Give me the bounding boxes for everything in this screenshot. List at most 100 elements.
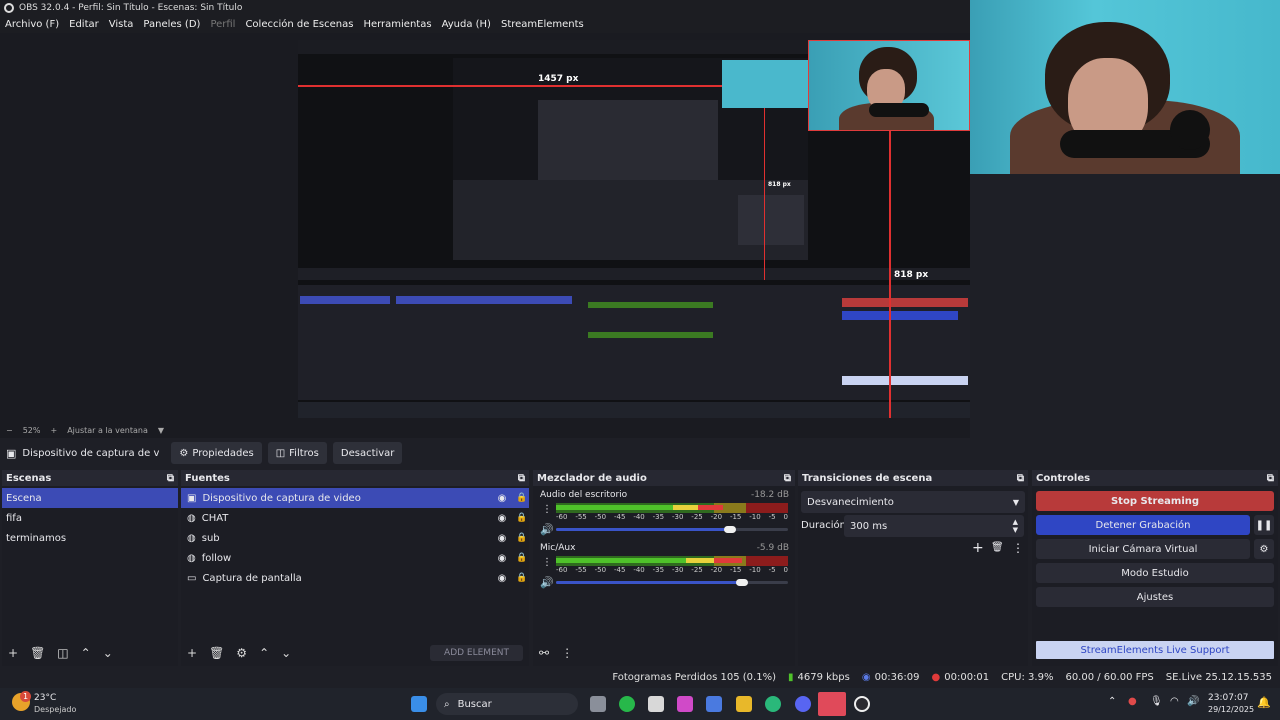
duration-input[interactable]: 300 ms ▲ ▼: [844, 515, 1024, 537]
edge-icon[interactable]: [765, 696, 781, 712]
add-icon[interactable]: +: [8, 646, 18, 660]
trash-icon[interactable]: 🗑: [30, 646, 45, 660]
speaker-icon[interactable]: 🔊: [540, 576, 554, 589]
add-icon[interactable]: +: [187, 646, 197, 660]
undock-icon[interactable]: ⧉: [518, 473, 525, 484]
lock-icon[interactable]: 🔒: [515, 573, 529, 583]
trash-icon[interactable]: 🗑: [991, 542, 1004, 553]
eye-icon[interactable]: ◉: [495, 533, 509, 544]
filters-button[interactable]: ◫ Filtros: [267, 442, 327, 464]
scene-item-fifa[interactable]: fifa: [2, 508, 178, 528]
undock-icon[interactable]: ⧉: [1017, 473, 1024, 484]
lock-icon[interactable]: 🔒: [515, 553, 529, 563]
volume-knob[interactable]: [724, 526, 736, 533]
tray-app-icon[interactable]: ●: [1128, 696, 1137, 707]
zoom-out-button[interactable]: −: [6, 426, 13, 435]
search-box[interactable]: ⌕ Buscar: [436, 693, 578, 715]
arrow-down-icon[interactable]: ⌄: [103, 646, 113, 660]
filter-icon[interactable]: ◫: [57, 646, 68, 660]
menu-herramientas[interactable]: Herramientas: [358, 19, 436, 30]
menu-coleccion[interactable]: Colección de Escenas: [240, 19, 358, 30]
arrow-down-icon[interactable]: ⌄: [281, 646, 291, 660]
source-item[interactable]: ▣ Dispositivo de captura de video ◉ 🔒: [181, 488, 529, 508]
chevron-up-icon[interactable]: ⌃: [1108, 696, 1116, 707]
whatsapp-icon[interactable]: [619, 696, 635, 712]
wifi-icon[interactable]: ◠: [1170, 696, 1179, 707]
duration-value: 300 ms: [850, 520, 888, 532]
kebab-icon[interactable]: ⋮: [542, 557, 552, 568]
mixer-body: Audio del escritorio -18.2 dB ⋮ -60 -55 -5…: [533, 486, 795, 666]
eye-icon[interactable]: ◉: [495, 553, 509, 564]
app-icon[interactable]: [648, 696, 664, 712]
undock-icon[interactable]: ⧉: [784, 473, 791, 484]
source-item[interactable]: ◍ sub ◉ 🔒: [181, 528, 529, 548]
properties-button[interactable]: ⚙ Propiedades: [171, 442, 262, 464]
lock-icon[interactable]: 🔒: [515, 533, 529, 543]
notifications-icon[interactable]: 🔔: [1257, 696, 1271, 709]
kebab-icon[interactable]: ⋮: [561, 646, 573, 660]
task-view-icon[interactable]: [590, 696, 606, 712]
chevron-down-icon[interactable]: ▼: [158, 426, 164, 435]
kebab-icon[interactable]: ⋮: [1012, 541, 1024, 555]
settings-button[interactable]: Ajustes: [1036, 587, 1274, 607]
nested-source-selected: [396, 296, 572, 304]
scene-item-escena[interactable]: Escena: [2, 488, 178, 508]
add-element-button[interactable]: ADD ELEMENT: [430, 645, 523, 661]
support-button[interactable]: StreamElements Live Support: [1036, 641, 1274, 659]
eye-icon[interactable]: ◉: [495, 573, 509, 584]
obs-icon[interactable]: [854, 696, 870, 712]
transitions-body: Desvanecimiento ▼ Duración 300 ms ▲ ▼ + 🗑…: [798, 486, 1028, 666]
lock-icon[interactable]: 🔒: [515, 493, 529, 503]
undock-icon[interactable]: ⧉: [167, 473, 174, 484]
stop-streaming-button[interactable]: Stop Streaming: [1036, 491, 1274, 511]
menu-editar[interactable]: Editar: [64, 19, 104, 30]
virtual-camera-button[interactable]: Iniciar Cámara Virtual: [1036, 539, 1250, 559]
browser-icon: ◍: [187, 532, 196, 544]
undock-icon[interactable]: ⧉: [1267, 473, 1274, 484]
menu-ayuda[interactable]: Ayuda (H): [437, 19, 496, 30]
gear-icon[interactable]: ⚙: [236, 646, 247, 660]
menu-archivo[interactable]: Archivo (F): [0, 19, 64, 30]
kebab-icon[interactable]: ⋮: [542, 504, 552, 515]
trash-icon[interactable]: 🗑: [209, 646, 224, 660]
scene-item-terminamos[interactable]: terminamos: [2, 528, 178, 548]
clock-time[interactable]: 23:07:07: [1208, 693, 1248, 703]
deactivate-button[interactable]: Desactivar: [332, 442, 403, 464]
menu-streamelements[interactable]: StreamElements: [496, 19, 589, 30]
store-icon[interactable]: [706, 696, 722, 712]
sources-dock: Fuentes ⧉ ▣ Dispositivo de captura de vide…: [181, 470, 529, 666]
recording-app-icon[interactable]: [818, 692, 846, 716]
arrow-up-icon[interactable]: ⌃: [81, 646, 91, 660]
stop-recording-button[interactable]: Detener Grabación: [1036, 515, 1250, 535]
menu-paneles[interactable]: Paneles (D): [138, 19, 205, 30]
discord-icon[interactable]: [795, 696, 811, 712]
source-item[interactable]: ◍ follow ◉ 🔒: [181, 548, 529, 568]
source-item[interactable]: ◍ CHAT ◉ 🔒: [181, 508, 529, 528]
pause-icon[interactable]: ❚❚: [1254, 515, 1274, 535]
zoom-in-button[interactable]: +: [50, 426, 57, 435]
windows-start-icon[interactable]: [411, 696, 427, 712]
volume-icon[interactable]: 🔊: [1187, 696, 1199, 707]
add-icon[interactable]: +: [972, 540, 984, 556]
menu-vista[interactable]: Vista: [104, 19, 139, 30]
microphone-icon[interactable]: 🎙: [1150, 696, 1163, 707]
clock-date[interactable]: 29/12/2025: [1208, 705, 1254, 714]
mixer-header: Mezclador de audio ⧉: [533, 470, 795, 486]
gear-icon[interactable]: ⚙: [1254, 539, 1274, 559]
copilot-icon[interactable]: [677, 696, 693, 712]
arrow-up-icon[interactable]: ⌃: [259, 646, 269, 660]
eye-icon[interactable]: ◉: [495, 493, 509, 504]
link-icon[interactable]: ⚯: [539, 646, 549, 660]
eye-icon[interactable]: ◉: [495, 513, 509, 524]
selected-video-source[interactable]: [808, 40, 970, 131]
stepper-icon[interactable]: ▲ ▼: [1013, 518, 1018, 534]
volume-knob[interactable]: [736, 579, 748, 586]
lock-icon[interactable]: 🔒: [515, 513, 529, 523]
search-label: Buscar: [457, 698, 492, 710]
transitions-title: Transiciones de escena: [802, 472, 933, 484]
transition-select[interactable]: Desvanecimiento ▼: [801, 491, 1025, 513]
studio-mode-button[interactable]: Modo Estudio: [1036, 563, 1274, 583]
source-item[interactable]: ▭ Captura de pantalla ◉ 🔒: [181, 568, 529, 588]
speaker-icon[interactable]: 🔊: [540, 523, 554, 536]
folder-icon[interactable]: [736, 696, 752, 712]
